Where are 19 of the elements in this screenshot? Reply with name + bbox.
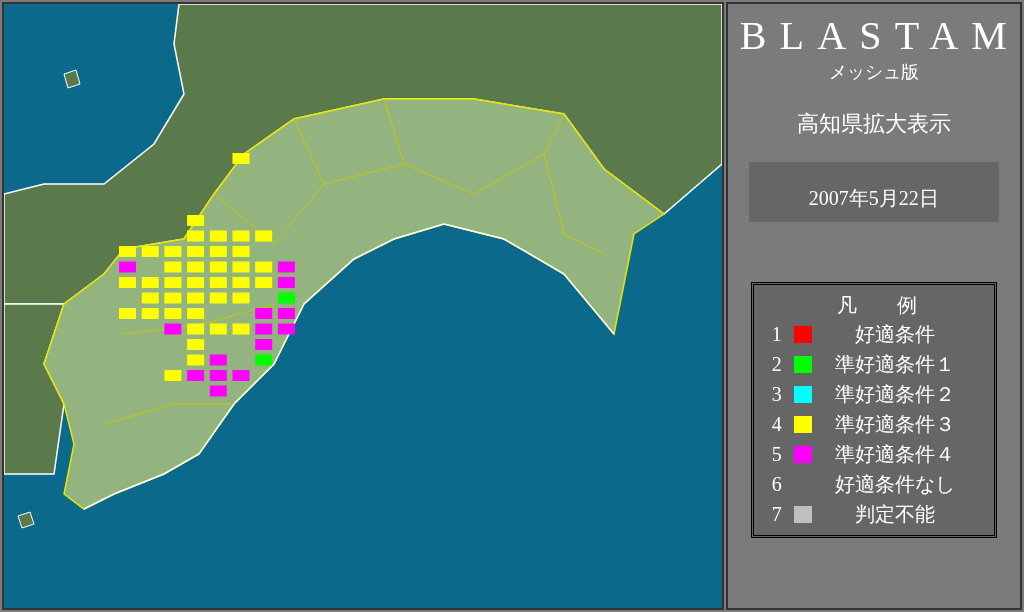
app-title: BLASTAM: [738, 14, 1020, 58]
legend-label: 好適条件なし: [833, 472, 956, 497]
region-label: 高知県拡大表示: [796, 110, 951, 138]
legend-label: 準好適条件３: [833, 412, 956, 437]
legend-label: 好適条件: [853, 322, 936, 347]
legend-number: 2: [771, 352, 783, 377]
legend-label: 準好適条件２: [833, 382, 956, 407]
legend-number: 5: [771, 442, 783, 467]
legend-label: 判定不能: [853, 502, 936, 527]
legend-number: 1: [771, 322, 783, 347]
legend-label: 準好適条件１: [833, 352, 956, 377]
app-subtitle: メッシュ版: [828, 61, 919, 84]
legend-label: 準好適条件４: [833, 442, 956, 467]
legend-number: 7: [771, 502, 783, 527]
date-label: 2007年5月22日: [808, 186, 939, 211]
legend-number: 4: [771, 412, 783, 437]
legend-number: 6: [771, 472, 783, 497]
legend-number: 3: [771, 382, 783, 407]
legend-title: 凡 例: [835, 293, 918, 318]
